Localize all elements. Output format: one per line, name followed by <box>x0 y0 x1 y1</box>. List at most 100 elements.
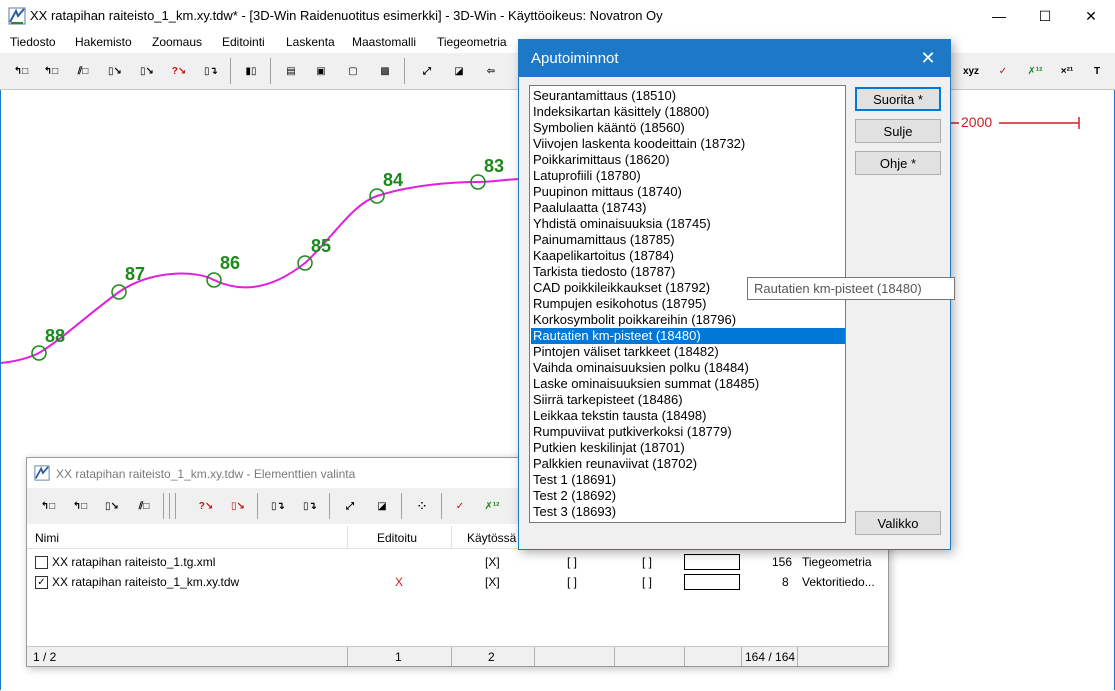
check-icon[interactable]: ✓ <box>447 493 473 519</box>
list-item[interactable]: Laske ominaisuuksien summat (18485) <box>531 376 845 392</box>
x12-icon[interactable]: ✗¹² <box>1022 58 1048 84</box>
run-button[interactable]: Suorita * <box>855 87 941 111</box>
tooltip-text: Rautatien km-pisteet (18480) <box>754 281 922 296</box>
list-item[interactable]: Paalulaatta (18743) <box>531 200 845 216</box>
menu-button[interactable]: Valikko <box>855 511 941 535</box>
arrow-down-icon[interactable]: ▯↴ <box>297 493 323 519</box>
row-flag-5[interactable]: [ ] <box>642 555 652 569</box>
list-item[interactable]: Poikkarimittaus (18620) <box>531 152 845 168</box>
list-item[interactable]: Yhdistä ominaisuuksia (18745) <box>531 216 845 232</box>
column-edited[interactable]: Editoitu <box>377 531 417 545</box>
row-flag-4[interactable]: [ ] <box>567 555 577 569</box>
dialog-close-icon[interactable]: ✕ <box>911 45 945 71</box>
zoom-extents-icon[interactable]: ⤢ <box>337 493 363 519</box>
list-item[interactable]: Viivojen laskenta koodeittain (18732) <box>531 136 845 152</box>
print-icon[interactable]: ▤ <box>278 58 304 84</box>
list-item[interactable]: Symbolien kääntö (18560) <box>531 120 845 136</box>
doc-arrows-icon[interactable]: ▯↘ <box>225 493 251 519</box>
list-item[interactable]: Puupinon mittaus (18740) <box>531 184 845 200</box>
list-item[interactable]: Seurantamittaus (18510) <box>531 88 845 104</box>
query-arrow-icon[interactable]: ?↘ <box>166 58 192 84</box>
select-points-icon[interactable]: ⁘ <box>409 493 435 519</box>
scale-150-icon[interactable]: ▣ <box>308 58 334 84</box>
list-item[interactable]: Test 2 (18692) <box>531 488 845 504</box>
toolbar-separator <box>401 493 402 519</box>
x12-icon[interactable]: ✗¹² <box>479 493 505 519</box>
frame-icon[interactable]: ▢ <box>340 58 366 84</box>
multi-bracket-icon[interactable]: ⫽□ <box>70 58 96 84</box>
xyz-icon[interactable]: xyz <box>958 58 984 84</box>
menu-laskenta[interactable]: Laskenta <box>286 35 335 49</box>
status-edited-count: 1 <box>395 650 402 664</box>
close-button[interactable]: ✕ <box>1068 0 1114 32</box>
dialog-title: Aputoiminnot <box>531 50 619 67</box>
doc-arrow-icon[interactable]: ▯↘ <box>99 493 125 519</box>
list-item[interactable]: Test 3 (18693) <box>531 504 845 520</box>
bracket-plus-icon[interactable]: ↰□ <box>38 58 64 84</box>
help-button[interactable]: Ohje * <box>855 151 941 175</box>
minimize-button[interactable]: — <box>976 0 1022 32</box>
function-list[interactable]: Seurantamittaus (18510) Indeksikartan kä… <box>529 85 846 523</box>
bracket-plus-icon[interactable]: ↰□ <box>67 493 93 519</box>
list-item[interactable]: Leikkaa tekstin tausta (18498) <box>531 408 845 424</box>
column-name[interactable]: Nimi <box>35 531 59 545</box>
query-arrow-icon[interactable]: ?↘ <box>193 493 219 519</box>
list-item[interactable]: Painumamittaus (18785) <box>531 232 845 248</box>
text-icon[interactable]: T <box>1084 58 1110 84</box>
x21-icon[interactable]: ×²¹ <box>1054 58 1080 84</box>
status-divider <box>741 647 742 666</box>
menu-maastomalli[interactable]: Maastomalli <box>352 35 416 49</box>
table-row[interactable]: ✓ XX ratapihan raiteisto_1_km.xy.tdw X [… <box>27 572 888 592</box>
list-item[interactable]: Palkkien reunaviivat (18702) <box>531 456 845 472</box>
menu-hakemisto[interactable]: Hakemisto <box>75 35 132 49</box>
zoom-window-icon[interactable]: ◪ <box>446 58 472 84</box>
track-alignment-line[interactable] <box>1 178 520 364</box>
list-item[interactable]: Siirrä tarkepisteet (18486) <box>531 392 845 408</box>
menu-zoomaus[interactable]: Zoomaus <box>152 35 202 49</box>
close-dialog-button[interactable]: Sulje <box>855 119 941 143</box>
table-row[interactable]: XX ratapihan raiteisto_1.tg.xml [X] [ ] … <box>27 552 888 572</box>
list-item[interactable]: Test 1 (18691) <box>531 472 845 488</box>
menu-tiedosto[interactable]: Tiedosto <box>10 35 56 49</box>
status-divider <box>684 647 685 666</box>
zoom-window-icon[interactable]: ◪ <box>369 493 395 519</box>
check-icon[interactable]: ✓ <box>990 58 1016 84</box>
list-item-selected[interactable]: Rautatien km-pisteet (18480) <box>531 328 845 344</box>
toolbar-separator <box>163 493 164 519</box>
row-color-box[interactable] <box>684 574 740 590</box>
zoom-prev-icon[interactable]: ⇦ <box>478 58 504 84</box>
list-item[interactable]: Putkien keskilinjat (18701) <box>531 440 845 456</box>
row-flag-4[interactable]: [ ] <box>567 575 577 589</box>
hatch-icon[interactable]: ▩ <box>372 58 398 84</box>
row-name: XX ratapihan raiteisto_1.tg.xml <box>52 555 216 569</box>
multi-bracket-icon[interactable]: ⫽□ <box>131 493 157 519</box>
status-divider <box>347 647 348 666</box>
list-item[interactable]: Indeksikartan käsittely (18800) <box>531 104 845 120</box>
list-item[interactable]: Rumpuviivat putkiverkoksi (18779) <box>531 424 845 440</box>
arrow-right-icon[interactable]: ▯↴ <box>265 493 291 519</box>
row-checkbox[interactable] <box>35 556 48 569</box>
copy-icon[interactable]: ▮▯ <box>238 58 264 84</box>
column-in-use[interactable]: Käytössä <box>467 531 516 545</box>
row-color-box[interactable] <box>684 554 740 570</box>
list-item[interactable]: Pintojen väliset tarkkeet (18482) <box>531 344 845 360</box>
row-flag-5[interactable]: [ ] <box>642 575 652 589</box>
doc-arrows-icon[interactable]: ▯↘ <box>134 58 160 84</box>
list-item[interactable]: Korkosymbolit poikkareihin (18796) <box>531 312 845 328</box>
zoom-extents-icon[interactable]: ⤢ <box>414 58 440 84</box>
list-item[interactable]: Latuprofiili (18780) <box>531 168 845 184</box>
row-in-use[interactable]: [X] <box>485 575 500 589</box>
menu-editointi[interactable]: Editointi <box>222 35 265 49</box>
arrow-right-icon[interactable]: ▯↴ <box>198 58 224 84</box>
km-label-88: 88 <box>45 326 66 346</box>
row-checkbox[interactable]: ✓ <box>35 576 48 589</box>
maximize-button[interactable]: ☐ <box>1022 0 1068 32</box>
doc-arrow-icon[interactable]: ▯↘ <box>102 58 128 84</box>
menu-tiegeometria[interactable]: Tiegeometria <box>437 35 507 49</box>
list-item[interactable]: Vaihda ominaisuuksien polku (18484) <box>531 360 845 376</box>
bracket-icon[interactable]: ↰□ <box>35 493 61 519</box>
bracket-icon[interactable]: ↰□ <box>8 58 34 84</box>
list-item[interactable]: Kaapelikartoitus (18784) <box>531 248 845 264</box>
toolbar-separator <box>230 58 231 84</box>
row-in-use[interactable]: [X] <box>485 555 500 569</box>
